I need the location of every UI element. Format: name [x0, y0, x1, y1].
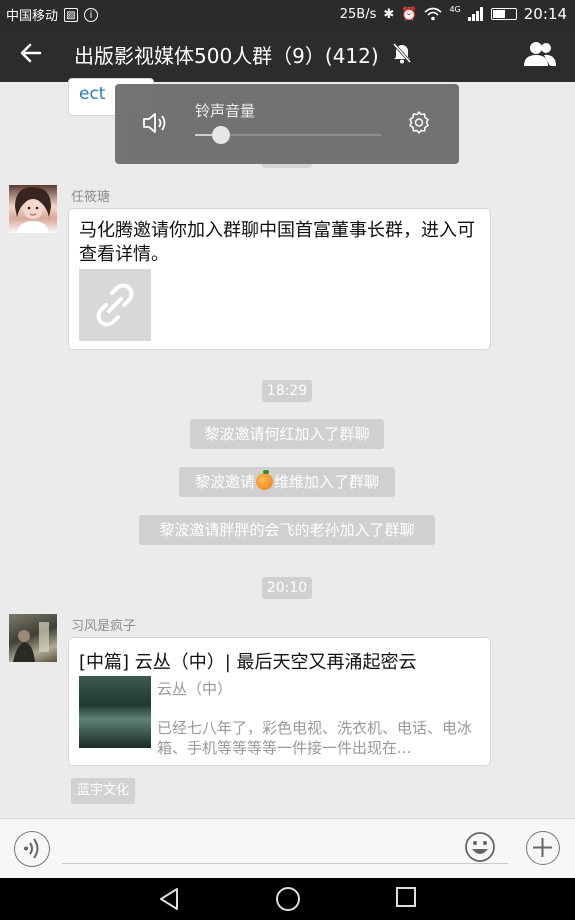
message-input[interactable] [62, 863, 508, 864]
sender-name: 习风是疯子 [71, 619, 137, 634]
net-speed: 25B/s [339, 6, 377, 22]
status-bar: 中国移动 ▨ i 25B/s ✱ ⏰ 4G 20:14 [0, 0, 575, 26]
bluetooth-icon: ✱ [383, 6, 395, 22]
system-message-part: 黎波邀请 [194, 473, 255, 491]
article-share-bubble[interactable]: [中篇] 云丛（中）| 最后天空又再涌起密云 云丛（中） 已经七八年了，彩色电视… [68, 637, 491, 766]
photo-icon: ▨ [64, 7, 79, 22]
back-arrow-icon[interactable] [16, 38, 46, 68]
volume-slider[interactable] [195, 126, 381, 144]
system-message: 黎波邀请胖胖的会飞的老孙加入了群聊 [139, 515, 435, 545]
timestamp: 18:29 [262, 380, 312, 402]
volume-label: 铃声音量 [195, 102, 256, 120]
group-members-icon[interactable] [522, 40, 558, 68]
info-icon: i [84, 7, 99, 22]
link-icon [96, 283, 134, 327]
input-bar [0, 818, 575, 878]
clock: 20:14 [523, 5, 567, 23]
battery-icon [490, 8, 517, 20]
system-nav-bar [0, 878, 575, 920]
invite-message-bubble[interactable]: 马化腾邀请你加入群聊中国首富董事长群，进入可查看详情。 [68, 208, 491, 350]
nav-back-icon[interactable] [158, 887, 180, 911]
voice-icon [24, 838, 39, 859]
ringtone-volume-popup: 铃声音量 [115, 84, 459, 164]
partial-message-text: ect [79, 84, 106, 104]
article-description: 已经七八年了，彩色电视、洗衣机、电话、电冰箱、手机等等等等一件接一件出现在... [157, 719, 473, 757]
mute-bell-icon [392, 43, 412, 64]
chat-area[interactable]: ect 铃声音量 任筱瑭 马化腾邀请你加入群聊中国首富董事长群，进入可查看详情。… [0, 78, 575, 818]
voice-input-button[interactable] [14, 831, 50, 867]
plus-icon [533, 838, 552, 857]
carrier-label: 中国移动 [6, 9, 59, 24]
speaker-icon[interactable] [141, 110, 169, 136]
message-text: 马化腾邀请你加入群聊中国首富董事长群，进入可查看详情。 [79, 220, 475, 265]
system-message: 黎波邀请何红加入了群聊 [190, 419, 384, 449]
article-title: [中篇] 云丛（中）| 最后天空又再涌起密云 [79, 652, 417, 673]
timestamp: 20:10 [262, 577, 312, 599]
system-message-with-emoji: 黎波邀请 维维加入了群聊 [179, 467, 395, 497]
volume-slider-knob[interactable] [212, 126, 231, 144]
orange-emoji-icon [256, 470, 273, 490]
sender-name: 任筱瑭 [71, 190, 111, 205]
chat-title: 出版影视媒体500人群（9）(412) [74, 44, 379, 68]
nav-recent-icon[interactable] [396, 887, 416, 907]
alarm-icon: ⏰ [401, 6, 418, 22]
net-type: 4G [449, 5, 461, 14]
wifi-icon [424, 7, 442, 21]
nav-home-icon[interactable] [276, 887, 300, 911]
article-thumbnail [79, 676, 151, 748]
avatar[interactable] [9, 185, 57, 233]
settings-gear-icon[interactable] [407, 110, 431, 134]
signal-icon [467, 7, 483, 21]
avatar[interactable] [9, 614, 57, 662]
source-tag: 蓝宇文化 [71, 778, 136, 804]
chat-header: 出版影视媒体500人群（9）(412) [0, 26, 575, 82]
more-options-button[interactable] [526, 831, 560, 865]
link-thumbnail[interactable] [79, 269, 151, 341]
emoji-icon[interactable] [464, 831, 496, 863]
system-message-part: 维维加入了群聊 [274, 473, 380, 491]
article-source: 云丛（中） [157, 680, 233, 698]
